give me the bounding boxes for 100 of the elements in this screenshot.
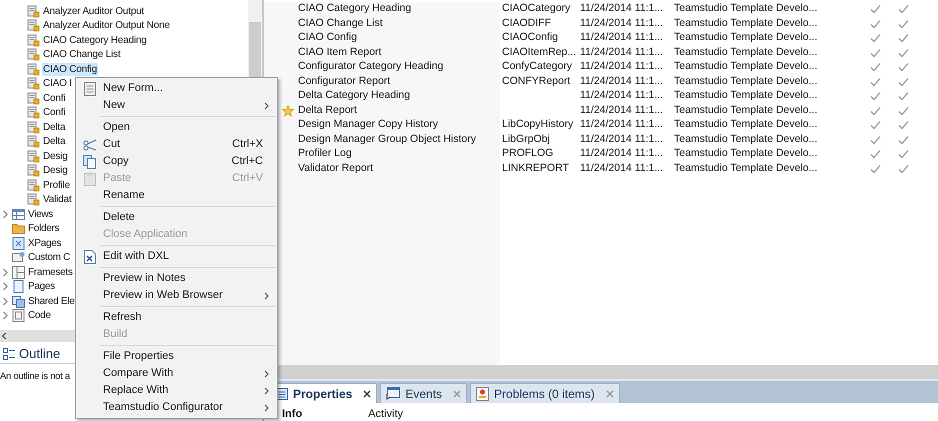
tree-item[interactable]: Framesets <box>28 264 73 280</box>
chevron-left-icon[interactable] <box>1 332 7 340</box>
table-icon <box>12 208 25 221</box>
form-lock-icon <box>27 19 40 32</box>
tree-item[interactable]: Views <box>28 206 53 222</box>
chevron-right-icon[interactable] <box>2 210 9 219</box>
check-icon <box>898 33 909 44</box>
chevron-right-icon <box>264 370 269 378</box>
tree-item[interactable]: CIAO Category Heading <box>42 34 148 47</box>
check-icon <box>870 164 881 174</box>
tree-item[interactable]: XPages <box>28 236 62 251</box>
tree-item[interactable]: Delta <box>42 120 66 134</box>
table-cell: Teamstudio Template Develo... <box>674 118 818 130</box>
menu-item[interactable]: Cut Ctrl+X <box>76 136 277 153</box>
form-lock-icon <box>27 120 40 134</box>
side-tab[interactable]: Info <box>282 408 302 420</box>
chevron-right-icon[interactable] <box>2 296 9 306</box>
menu-item[interactable]: Edit with DXL <box>76 248 277 265</box>
form-lock-icon <box>27 4 40 18</box>
tree-item[interactable]: Analyzer Auditor Output None <box>42 19 171 32</box>
problems-icon <box>476 386 490 400</box>
table-cell: Teamstudio Template Develo... <box>674 89 818 102</box>
window-icon <box>386 387 400 400</box>
custom-control-icon <box>12 251 25 264</box>
check-icon <box>898 62 909 72</box>
check-icon <box>898 149 909 160</box>
chevron-right-icon <box>264 386 269 394</box>
check-icon <box>870 134 881 145</box>
copy-icon <box>83 154 96 168</box>
tree-item[interactable]: Confi <box>42 106 66 120</box>
menu-item[interactable]: Refresh <box>76 309 277 326</box>
panel-tab[interactable]: Problems (0 items) <box>470 383 620 403</box>
tree-item[interactable]: Delta <box>42 135 66 148</box>
table-cell: CIAOConfig <box>502 31 558 44</box>
tree-item[interactable]: Confi <box>42 92 66 105</box>
menu-item[interactable]: Open <box>76 119 277 136</box>
table-cell: 11/24/2014 11:1... <box>580 2 664 14</box>
tree-item[interactable]: Profile <box>42 178 71 192</box>
page-icon <box>12 280 25 294</box>
menu-item[interactable]: New Form... <box>76 80 277 97</box>
table-cell: 11/24/2014 11:1... <box>580 46 664 58</box>
menu-item[interactable]: Delete <box>76 209 277 226</box>
table-cell: Teamstudio Template Develo... <box>674 2 818 14</box>
form-lock-icon <box>27 135 40 148</box>
tree-item[interactable]: Desig <box>42 164 69 178</box>
check-icon <box>898 106 909 116</box>
table-cell: LibGrpObj <box>502 132 550 145</box>
menu-item[interactable]: Rename <box>76 187 277 204</box>
chevron-right-icon <box>264 102 269 110</box>
frameset-icon <box>12 266 25 279</box>
form-lock-icon <box>27 178 40 192</box>
table-cell: CONFYReport <box>502 74 570 87</box>
table-cell: LINKREPORT <box>502 162 569 174</box>
outline-title[interactable]: Outline <box>19 344 60 364</box>
section-title: Activity <box>368 408 404 420</box>
table-cell: Teamstudio Template Develo... <box>674 31 818 44</box>
close-icon[interactable] <box>363 390 372 398</box>
clipboard-icon <box>84 172 96 186</box>
check-icon <box>898 4 909 14</box>
table-cell: 11/24/2014 11:1... <box>580 89 664 102</box>
form-lock-icon <box>27 193 40 206</box>
tree-item[interactable]: Desig <box>42 150 69 163</box>
chevron-right-icon <box>264 404 269 412</box>
form-lock-icon <box>27 34 40 47</box>
table-cell: PROFLOG <box>502 147 554 160</box>
tree-item[interactable]: Validat <box>42 193 72 206</box>
tree-item[interactable]: Custom C <box>28 250 70 266</box>
chevron-right-icon[interactable] <box>2 311 9 320</box>
table-cell: LibCopyHistory <box>502 118 574 130</box>
table-cell-text: CIAO Change List <box>298 16 383 31</box>
check-icon <box>898 48 909 58</box>
tree-item[interactable]: Code <box>28 308 51 324</box>
panel-tab[interactable]: Events <box>380 383 468 403</box>
chevron-right-icon[interactable] <box>2 282 9 292</box>
menu-item[interactable]: Copy Ctrl+C <box>76 153 277 170</box>
tree-item[interactable]: Shared Ele <box>28 294 74 309</box>
tree-item[interactable]: CIAO Config <box>42 62 98 76</box>
tree-item[interactable]: Analyzer Auditor Output <box>42 4 146 18</box>
form-lock-icon <box>27 77 40 90</box>
menu-item[interactable]: Compare With <box>76 365 277 382</box>
chevron-right-icon[interactable] <box>2 268 9 277</box>
chevron-right-icon <box>264 292 269 300</box>
tree-item[interactable]: Folders <box>28 221 60 236</box>
tree-item[interactable]: CIAO Change List <box>42 48 122 62</box>
check-icon <box>870 62 881 72</box>
tree-item[interactable]: CIAO I <box>42 77 73 90</box>
table-cell: Teamstudio Template Develo... <box>674 132 818 145</box>
table-cell: 11/24/2014 11:1... <box>580 16 664 29</box>
form-lock-icon <box>27 62 40 76</box>
table-cell-text: Design Manager Group Object History <box>298 132 476 147</box>
table-cell: 11/24/2014 11:1... <box>580 60 664 72</box>
menu-item[interactable]: Preview in Web Browser <box>76 287 277 304</box>
tree-item[interactable]: Pages <box>28 279 55 294</box>
check-icon <box>870 91 881 102</box>
menu-item[interactable]: New <box>76 97 277 114</box>
table-cell: 11/24/2014 11:1... <box>580 31 664 44</box>
menu-item[interactable]: File Properties <box>76 348 277 365</box>
menu-item[interactable]: Preview in Notes <box>76 270 277 287</box>
outline-icon <box>3 348 15 360</box>
table-cell: Teamstudio Template Develo... <box>674 16 818 29</box>
